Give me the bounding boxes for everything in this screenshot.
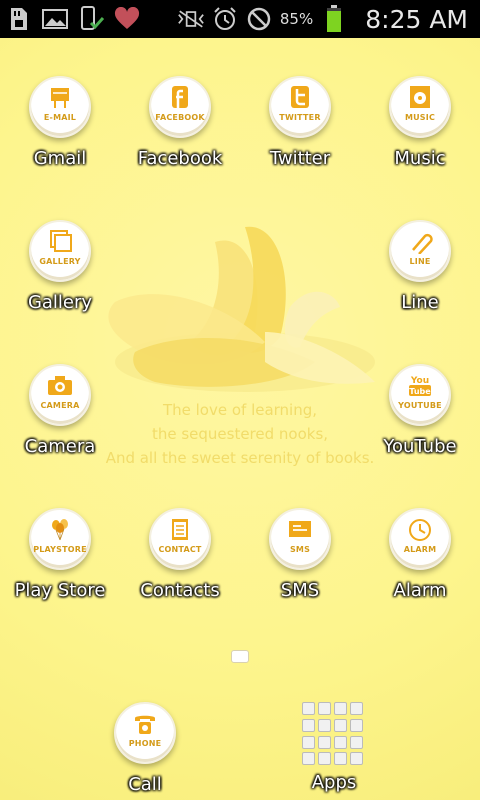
icon-tag: YOUTUBE xyxy=(398,401,442,410)
app-music[interactable]: MUSIC Music xyxy=(360,76,480,169)
icon-tag: CAMERA xyxy=(40,401,80,410)
image-icon xyxy=(42,6,68,32)
app-label: Play Store xyxy=(14,580,106,601)
clock-icon[interactable]: ALARM xyxy=(389,508,451,570)
music-icon[interactable]: MUSIC xyxy=(389,76,451,138)
app-label: Gallery xyxy=(27,292,93,313)
grid-cell xyxy=(318,752,331,766)
battery-percent: 85% xyxy=(279,10,314,28)
app-label: Facebook xyxy=(137,148,223,169)
gmail-icon[interactable]: E-MAIL xyxy=(29,76,91,138)
sd-card-icon xyxy=(6,6,32,32)
dock-call[interactable]: PHONE Call xyxy=(85,702,205,795)
icon-tag: E-MAIL xyxy=(43,113,77,122)
app-youtube[interactable]: You Tube YOUTUBE YouTube xyxy=(360,364,480,457)
app-label: Gmail xyxy=(33,148,87,169)
quote-line: The love of learning, xyxy=(162,401,318,419)
grid-cell xyxy=(302,702,315,715)
icon-tag: FACEBOOK xyxy=(155,113,205,122)
app-label: Twitter xyxy=(269,148,331,169)
grid-cell xyxy=(302,752,315,766)
line-icon[interactable]: LINE xyxy=(389,220,451,282)
icon-tag: GALLERY xyxy=(39,257,81,266)
envelope-icon[interactable]: SMS xyxy=(269,508,331,570)
phone-check-icon xyxy=(78,6,104,32)
icon-tag: TWITTER xyxy=(279,113,321,122)
heart-icon xyxy=(114,6,140,32)
app-camera[interactable]: CAMERA Camera xyxy=(0,364,120,457)
page-indicator[interactable] xyxy=(231,650,249,663)
svg-text:You: You xyxy=(410,376,429,386)
grid-cell xyxy=(350,718,363,732)
icon-tag: PLAYSTORE xyxy=(33,545,87,554)
facebook-icon[interactable]: FACEBOOK xyxy=(149,76,211,138)
app-contacts[interactable]: CONTACT Contacts xyxy=(120,508,240,601)
battery-icon xyxy=(321,5,347,32)
banana-illustration xyxy=(108,226,375,392)
grid-cell xyxy=(350,752,363,766)
app-gmail[interactable]: E-MAIL Gmail xyxy=(0,76,120,169)
apps-drawer-icon[interactable] xyxy=(302,702,366,766)
clock: 8:25 AM xyxy=(365,4,468,34)
balloons-icon[interactable]: PLAYSTORE xyxy=(29,508,91,570)
app-label: Camera xyxy=(24,436,96,457)
app-sms[interactable]: SMS SMS xyxy=(240,508,360,601)
wallpaper-quote: The love of learning, the sequestered no… xyxy=(90,398,390,470)
quote-line: And all the sweet serenity of books. xyxy=(105,449,375,467)
app-label: Music xyxy=(394,148,446,169)
grid-cell xyxy=(302,735,315,749)
app-label: YouTube xyxy=(383,436,457,457)
grid-cell xyxy=(350,735,363,749)
grid-cell xyxy=(318,735,331,749)
app-label: SMS xyxy=(280,580,320,601)
alarm-icon xyxy=(212,6,238,32)
app-label: Alarm xyxy=(393,580,447,601)
quote-line: the sequestered nooks, xyxy=(151,425,329,443)
apps-drawer-label[interactable]: Apps xyxy=(274,772,394,793)
youtube-icon[interactable]: You Tube YOUTUBE xyxy=(389,364,451,426)
grid-cell xyxy=(318,718,331,732)
contacts-icon[interactable]: CONTACT xyxy=(149,508,211,570)
app-label: Call xyxy=(128,774,162,795)
app-line[interactable]: LINE Line xyxy=(360,220,480,313)
icon-tag: PHONE xyxy=(128,739,162,748)
app-gallery[interactable]: GALLERY Gallery xyxy=(0,220,120,313)
grid-cell xyxy=(334,718,347,732)
vibrate-icon xyxy=(178,6,204,32)
phone-icon[interactable]: PHONE xyxy=(114,702,176,764)
system-icons: 85% 8:25 AM xyxy=(178,0,468,38)
icon-tag: SMS xyxy=(289,545,311,554)
grid-cell xyxy=(334,735,347,749)
grid-cell xyxy=(334,702,347,715)
app-label: Line xyxy=(401,292,439,313)
grid-cell xyxy=(334,752,347,766)
icon-tag: CONTACT xyxy=(158,545,202,554)
app-facebook[interactable]: FACEBOOK Facebook xyxy=(120,76,240,169)
status-bar[interactable]: 85% 8:25 AM xyxy=(0,0,480,38)
grid-cell xyxy=(350,702,363,715)
twitter-icon[interactable]: TWITTER xyxy=(269,76,331,138)
app-twitter[interactable]: TWITTER Twitter xyxy=(240,76,360,169)
icon-tag: MUSIC xyxy=(404,113,436,122)
notification-icons xyxy=(6,4,140,34)
app-play-store[interactable]: PLAYSTORE Play Store xyxy=(0,508,120,601)
grid-cell xyxy=(302,718,315,732)
grid-cell xyxy=(318,702,331,715)
gallery-icon[interactable]: GALLERY xyxy=(29,220,91,282)
svg-text:Tube: Tube xyxy=(409,387,431,396)
app-alarm[interactable]: ALARM Alarm xyxy=(360,508,480,601)
blocked-icon xyxy=(246,6,272,32)
icon-tag: LINE xyxy=(409,257,431,266)
camera-icon[interactable]: CAMERA xyxy=(29,364,91,426)
icon-tag: ALARM xyxy=(403,545,437,554)
app-label: Contacts xyxy=(140,580,220,601)
